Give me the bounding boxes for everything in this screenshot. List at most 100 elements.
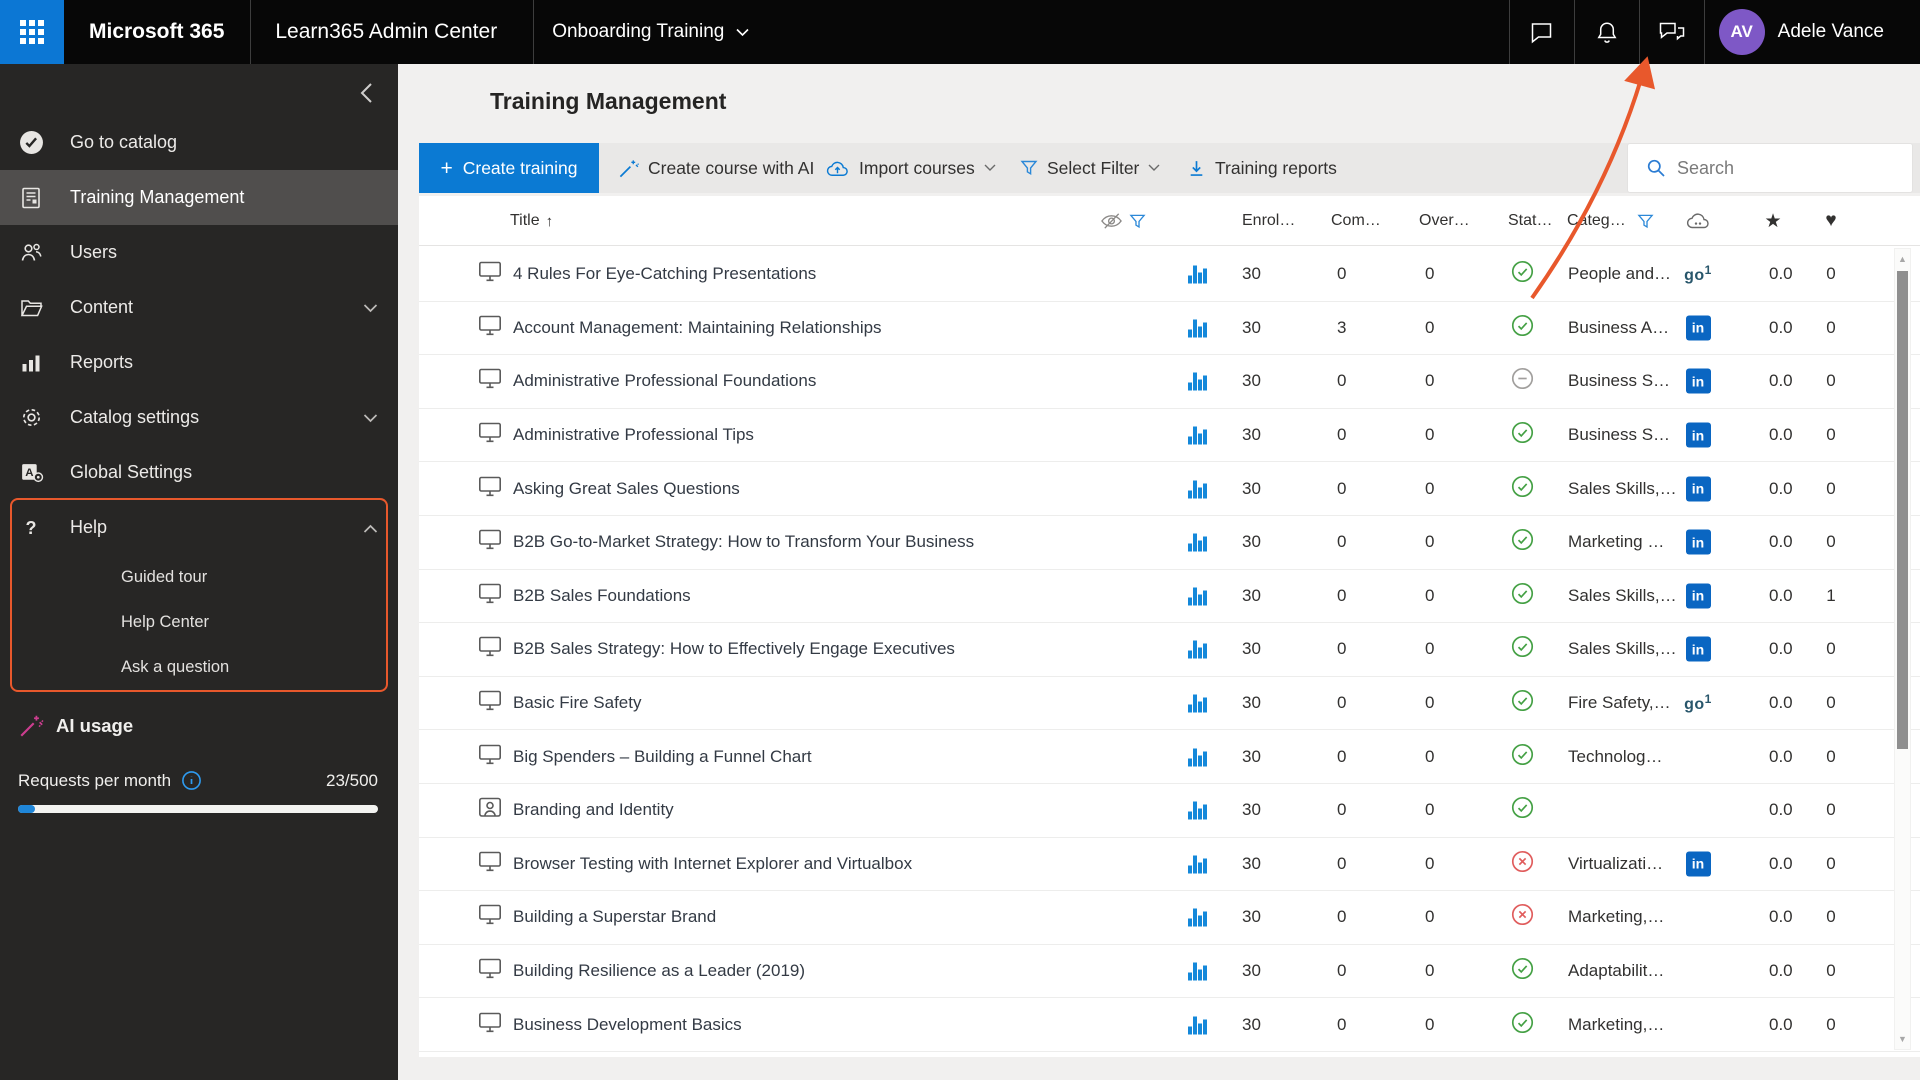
sidebar-collapse-button[interactable] (350, 76, 384, 110)
scroll-down-arrow[interactable]: ▼ (1895, 1031, 1910, 1047)
provider-cell: in (1683, 851, 1713, 877)
chat-button[interactable] (1510, 0, 1574, 64)
statistics-button[interactable] (1188, 426, 1207, 445)
table-row[interactable]: Asking Great Sales Questions 30 0 0 Sales Sk… (419, 462, 1920, 516)
statistics-button[interactable] (1188, 533, 1207, 552)
sidebar-item-reports[interactable]: Reports (0, 335, 398, 390)
table-row[interactable]: 4 Rules For Eye-Catching Presentations 30… (419, 248, 1920, 302)
context-switcher[interactable]: Onboarding Training (534, 0, 763, 64)
training-title[interactable]: 4 Rules For Eye-Catching Presentations (513, 264, 816, 284)
sidebar-item-catalog-settings[interactable]: Catalog settings (0, 390, 398, 445)
statistics-button[interactable] (1188, 586, 1207, 606)
statistics-button[interactable] (1188, 962, 1207, 981)
category-cell: Sales Skills,… (1568, 478, 1677, 498)
account-menu[interactable]: AV Adele Vance (1705, 0, 1920, 64)
feedback-icon (1659, 22, 1684, 41)
overdue-count: 0 (1425, 639, 1435, 659)
feedback-button[interactable] (1640, 0, 1704, 64)
table-row[interactable]: Administrative Professional Foundations 3… (419, 355, 1920, 409)
training-title[interactable]: B2B Go-to-Market Strategy: How to Transf… (513, 532, 974, 552)
sidebar-item-guided-tour[interactable]: Guided tour (0, 555, 398, 600)
statistics-button[interactable] (1188, 479, 1207, 499)
app-launcher-button[interactable] (0, 0, 64, 64)
table-row[interactable]: Business Development Basics 30 0 0 Marketing… (419, 998, 1920, 1052)
statistics-button[interactable] (1188, 265, 1207, 284)
provider-cell: in (1683, 476, 1713, 502)
training-title[interactable]: Building Resilience as a Leader (2019) (513, 961, 805, 981)
training-title[interactable]: Administrative Professional Tips (513, 425, 754, 445)
table-row[interactable]: Basic Fire Safety 30 0 0 Fire Safety,… go1 0.0… (419, 677, 1920, 731)
table-row[interactable]: B2B Sales Strategy: How to Effectively E… (419, 623, 1920, 677)
table-row[interactable]: Browser Testing with Internet Explorer a… (419, 838, 1920, 892)
training-title[interactable]: Basic Fire Safety (513, 693, 642, 713)
sidebar-item-content[interactable]: Content (0, 280, 398, 335)
table-row[interactable]: Building Resilience as a Leader (2019) 30… (419, 945, 1920, 999)
statistics-button[interactable] (1188, 318, 1207, 338)
filter-funnel-icon (1020, 160, 1038, 176)
training-reports-button[interactable]: Training reports (1187, 143, 1337, 193)
filter-funnel-icon[interactable] (1637, 213, 1654, 230)
column-header-title[interactable]: Title ↑ (510, 196, 553, 246)
statistics-button[interactable] (1188, 747, 1207, 767)
table-row[interactable]: Building a Superstar Brand 30 0 0 Marketing,… (419, 891, 1920, 945)
select-filter-button[interactable]: Select Filter (1020, 143, 1160, 193)
sidebar-item-users[interactable]: Users (0, 225, 398, 280)
visibility-column-icon[interactable] (1100, 196, 1146, 246)
sidebar-item-go-to-catalog[interactable]: Go to catalog (0, 115, 398, 170)
training-title[interactable]: Business Development Basics (513, 1015, 742, 1035)
training-title[interactable]: Asking Great Sales Questions (513, 479, 740, 499)
brand-title[interactable]: Microsoft 365 (64, 0, 250, 64)
column-header-enrolled[interactable]: Enrol… (1242, 196, 1295, 246)
star-icon: ★ (1764, 210, 1782, 232)
statistics-button[interactable] (1188, 854, 1207, 874)
statistics-button[interactable] (1188, 640, 1207, 659)
sidebar-item-help-center[interactable]: Help Center (0, 600, 398, 645)
import-courses-button[interactable]: Import courses (825, 143, 996, 193)
admin-icon: A (18, 460, 44, 486)
column-header-status[interactable]: Stat… (1508, 196, 1552, 246)
training-title[interactable]: Administrative Professional Foundations (513, 371, 816, 391)
cloud-import-icon (826, 161, 848, 176)
column-header-completed[interactable]: Com… (1331, 196, 1381, 246)
scrollbar-thumb[interactable] (1897, 271, 1908, 749)
statistics-button[interactable] (1188, 801, 1207, 820)
sidebar-item-global-settings[interactable]: A Global Settings (0, 445, 398, 500)
sidebar-item-ask-a-question[interactable]: Ask a question (0, 645, 398, 690)
training-title[interactable]: B2B Sales Foundations (513, 586, 691, 606)
status-published-icon (1511, 422, 1534, 444)
create-course-ai-button[interactable]: Create course with AI (618, 143, 814, 193)
scroll-up-arrow[interactable]: ▲ (1895, 251, 1910, 267)
table-row[interactable]: B2B Sales Foundations 30 0 0 Sales Skills,… i… (419, 570, 1920, 624)
search-input[interactable] (1677, 157, 1887, 179)
statistics-button[interactable] (1188, 1015, 1207, 1035)
column-header-overdue[interactable]: Over… (1419, 196, 1470, 246)
training-title[interactable]: Branding and Identity (513, 800, 674, 820)
table-row[interactable]: Big Spenders – Building a Funnel Chart 30… (419, 730, 1920, 784)
statistics-button[interactable] (1188, 372, 1207, 391)
training-title[interactable]: Account Management: Maintaining Relation… (513, 318, 882, 338)
elearning-monitor-icon (478, 529, 501, 550)
column-header-likes[interactable]: ♥ (1816, 196, 1846, 246)
enrolled-count: 30 (1242, 585, 1261, 605)
training-title[interactable]: B2B Sales Strategy: How to Effectively E… (513, 639, 955, 659)
sidebar-item-training-management[interactable]: Training Management (0, 170, 398, 225)
column-header-provider[interactable] (1683, 196, 1713, 246)
info-icon[interactable] (181, 770, 202, 791)
column-header-category[interactable]: Categ… (1567, 196, 1654, 246)
notifications-button[interactable] (1575, 0, 1639, 64)
table-row[interactable]: B2B Go-to-Market Strategy: How to Transf… (419, 516, 1920, 570)
vertical-scrollbar[interactable]: ▲ ▼ (1894, 248, 1911, 1050)
sidebar-item-help[interactable]: ? Help (0, 500, 398, 555)
statistics-button[interactable] (1188, 908, 1207, 927)
training-title[interactable]: Big Spenders – Building a Funnel Chart (513, 747, 812, 767)
table-row[interactable]: Branding and Identity 30 0 0 0.0 0 (419, 784, 1920, 838)
column-header-rating[interactable]: ★ (1758, 196, 1788, 246)
enrolled-count: 30 (1242, 693, 1261, 713)
create-training-button[interactable]: + Create training (419, 143, 599, 193)
training-title[interactable]: Browser Testing with Internet Explorer a… (513, 854, 912, 874)
search-icon (1647, 159, 1665, 177)
training-title[interactable]: Building a Superstar Brand (513, 907, 716, 927)
table-row[interactable]: Administrative Professional Tips 30 0 0 Busi… (419, 409, 1920, 463)
statistics-button[interactable] (1188, 694, 1207, 713)
table-row[interactable]: Account Management: Maintaining Relation… (419, 302, 1920, 356)
